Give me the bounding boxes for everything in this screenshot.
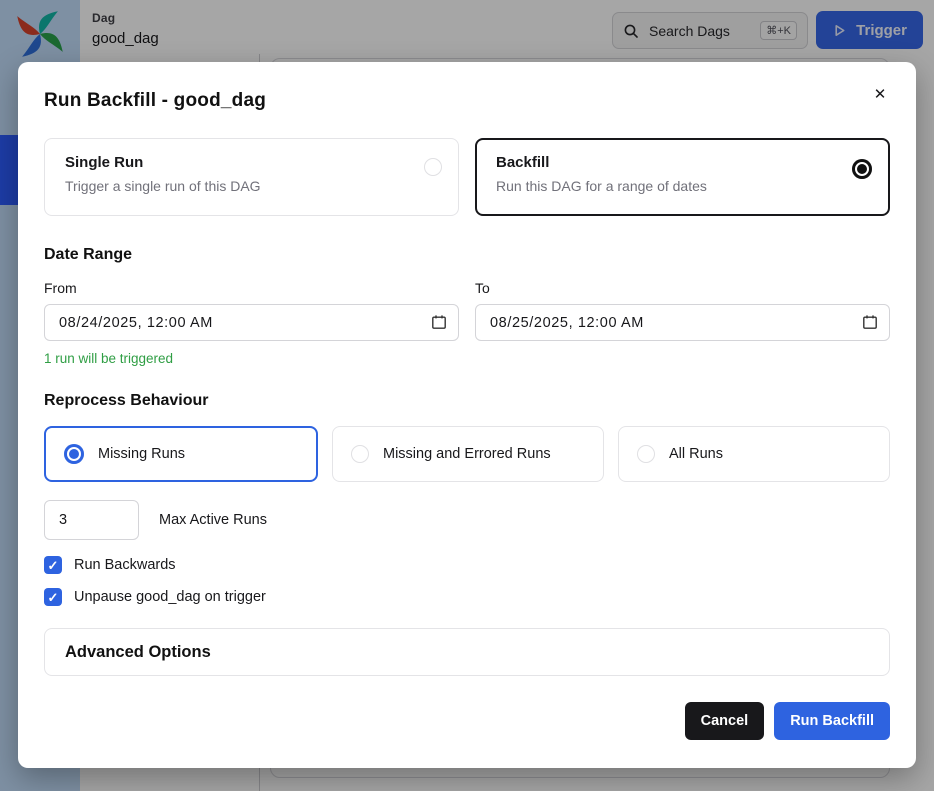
reprocess-options-group: Missing Runs Missing and Errored Runs Al… xyxy=(44,426,890,482)
option-label: Missing and Errored Runs xyxy=(383,446,551,462)
checkbox-label: Run Backwards xyxy=(74,557,176,573)
max-active-runs-row: Max Active Runs xyxy=(44,500,890,540)
checkbox-checked-icon[interactable]: ✓ xyxy=(44,588,62,606)
to-label: To xyxy=(475,280,890,296)
radio-unselected-icon[interactable] xyxy=(351,445,369,463)
advanced-options-label: Advanced Options xyxy=(65,643,211,662)
checkbox-checked-icon[interactable]: ✓ xyxy=(44,556,62,574)
option-label: All Runs xyxy=(669,446,723,462)
close-icon[interactable]: ✕ xyxy=(866,80,894,108)
dialog-title: Run Backfill - good_dag xyxy=(44,90,890,112)
unpause-dag-checkbox-row[interactable]: ✓ Unpause good_dag on trigger xyxy=(44,588,890,606)
option-missing-runs[interactable]: Missing Runs xyxy=(44,426,318,482)
run-type-title: Backfill xyxy=(496,154,869,171)
run-type-description: Trigger a single run of this DAG xyxy=(65,178,438,194)
run-type-group: Single Run Trigger a single run of this … xyxy=(44,138,890,216)
radio-selected-icon[interactable] xyxy=(852,159,872,179)
run-type-title: Single Run xyxy=(65,154,438,171)
runs-triggered-message: 1 run will be triggered xyxy=(44,351,890,366)
run-type-backfill[interactable]: Backfill Run this DAG for a range of dat… xyxy=(475,138,890,216)
reprocess-behaviour-heading: Reprocess Behaviour xyxy=(44,392,890,410)
max-active-runs-input[interactable] xyxy=(44,500,139,540)
date-range-heading: Date Range xyxy=(44,246,890,264)
radio-selected-icon[interactable] xyxy=(64,444,84,464)
option-missing-and-errored-runs[interactable]: Missing and Errored Runs xyxy=(332,426,604,482)
cancel-button[interactable]: Cancel xyxy=(685,702,765,740)
run-backfill-dialog: Run Backfill - good_dag ✕ Single Run Tri… xyxy=(18,62,916,768)
run-type-single-run[interactable]: Single Run Trigger a single run of this … xyxy=(44,138,459,216)
to-date-input[interactable] xyxy=(475,304,890,341)
radio-unselected-icon[interactable] xyxy=(424,158,442,176)
run-type-description: Run this DAG for a range of dates xyxy=(496,178,869,194)
from-date-input[interactable] xyxy=(44,304,459,341)
from-label: From xyxy=(44,280,459,296)
run-backfill-button[interactable]: Run Backfill xyxy=(774,702,890,740)
max-active-runs-label: Max Active Runs xyxy=(159,512,267,528)
option-all-runs[interactable]: All Runs xyxy=(618,426,890,482)
advanced-options-accordion[interactable]: Advanced Options xyxy=(44,628,890,676)
dialog-footer: Cancel Run Backfill xyxy=(44,702,890,740)
radio-unselected-icon[interactable] xyxy=(637,445,655,463)
date-range-fields: From To xyxy=(44,264,890,341)
run-backwards-checkbox-row[interactable]: ✓ Run Backwards xyxy=(44,556,890,574)
checkbox-label: Unpause good_dag on trigger xyxy=(74,589,266,605)
option-label: Missing Runs xyxy=(98,446,185,462)
